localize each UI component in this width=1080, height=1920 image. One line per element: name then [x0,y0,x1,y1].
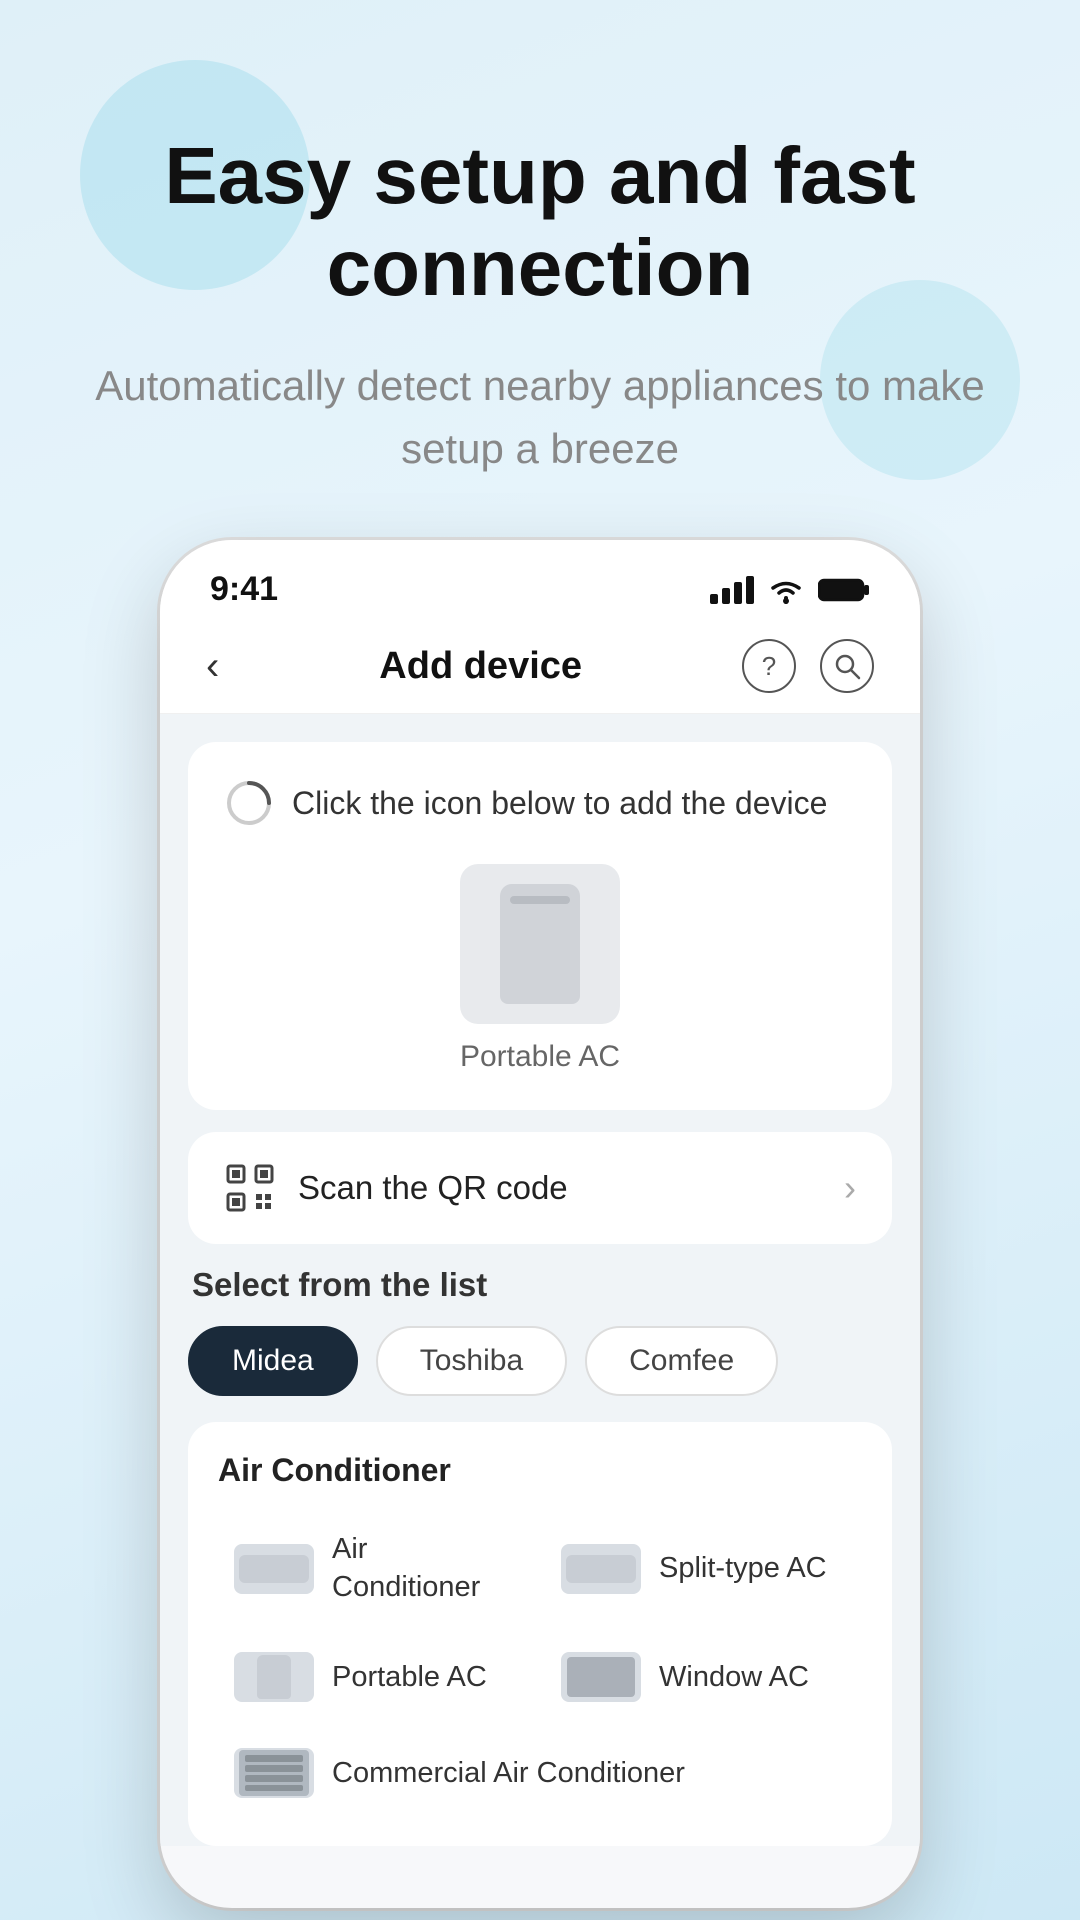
list-item[interactable]: Window AC [545,1634,862,1720]
phone-content: Click the icon below to add the device P… [160,714,920,1846]
hero-section: Easy setup and fast connection Automatic… [0,0,1080,540]
hero-subtitle: Automatically detect nearby appliances t… [80,354,1000,480]
device-name-ac: Air Conditioner [332,1531,519,1606]
device-preview-label: Portable AC [460,1040,620,1074]
select-section: Select from the list Midea Toshiba Comfe… [188,1266,892,1846]
qr-left: Scan the QR code [224,1162,568,1214]
nav-actions: ? [742,639,874,693]
battery-icon [818,576,870,604]
device-thumb-window [561,1652,641,1702]
nav-title: Add device [379,645,582,688]
detect-hint-text: Click the icon below to add the device [292,785,827,822]
list-item[interactable]: Air Conditioner [218,1513,535,1624]
select-title: Select from the list [188,1266,892,1304]
device-list-card: Air Conditioner Air Conditioner [188,1422,892,1846]
back-button[interactable]: ‹ [206,644,219,689]
list-item[interactable]: Commercial Air Conditioner [218,1730,862,1816]
device-name-commercial: Commercial Air Conditioner [332,1755,685,1793]
list-item[interactable]: Portable AC [218,1634,535,1720]
help-button[interactable]: ? [742,639,796,693]
detect-hint: Click the icon below to add the device [224,778,856,828]
qr-code-icon [224,1162,276,1214]
detect-spin-icon [224,778,274,828]
device-image [460,864,620,1024]
hero-title: Easy setup and fast connection [80,130,1000,314]
chevron-right-icon: › [844,1167,856,1209]
detect-card: Click the icon below to add the device P… [188,742,892,1110]
commercial-shape [239,1750,309,1796]
device-thumb-commercial [234,1748,314,1798]
qr-text: Scan the QR code [298,1169,568,1207]
device-name-window: Window AC [659,1659,809,1697]
portable-shape [257,1655,291,1699]
wifi-icon [768,576,804,604]
device-thumb-ac [234,1544,314,1594]
device-thumb-split [561,1544,641,1594]
device-category-title: Air Conditioner [218,1452,862,1489]
status-bar: 9:41 [160,540,920,619]
device-grid: Air Conditioner Split-type AC [218,1513,862,1720]
split-shape [566,1555,636,1583]
status-icons [710,576,870,604]
phone-mockup: 9:41 [0,540,1080,1908]
phone-frame: 9:41 [160,540,920,1908]
signal-icon [710,576,754,604]
device-thumb-portable [234,1652,314,1702]
status-time: 9:41 [210,570,278,609]
brand-chips: Midea Toshiba Comfee [188,1326,892,1396]
window-shape [567,1657,635,1697]
device-name-split: Split-type AC [659,1550,827,1588]
brand-chip-midea[interactable]: Midea [188,1326,358,1396]
ac-shape [239,1555,309,1583]
list-item[interactable]: Split-type AC [545,1513,862,1624]
nav-bar: ‹ Add device ? [160,619,920,714]
device-name-portable: Portable AC [332,1659,487,1697]
brand-chip-toshiba[interactable]: Toshiba [376,1326,567,1396]
portable-ac-shape [500,884,580,1004]
device-preview[interactable]: Portable AC [224,864,856,1074]
qr-scan-card[interactable]: Scan the QR code › [188,1132,892,1244]
brand-chip-comfee[interactable]: Comfee [585,1326,778,1396]
search-button[interactable] [820,639,874,693]
